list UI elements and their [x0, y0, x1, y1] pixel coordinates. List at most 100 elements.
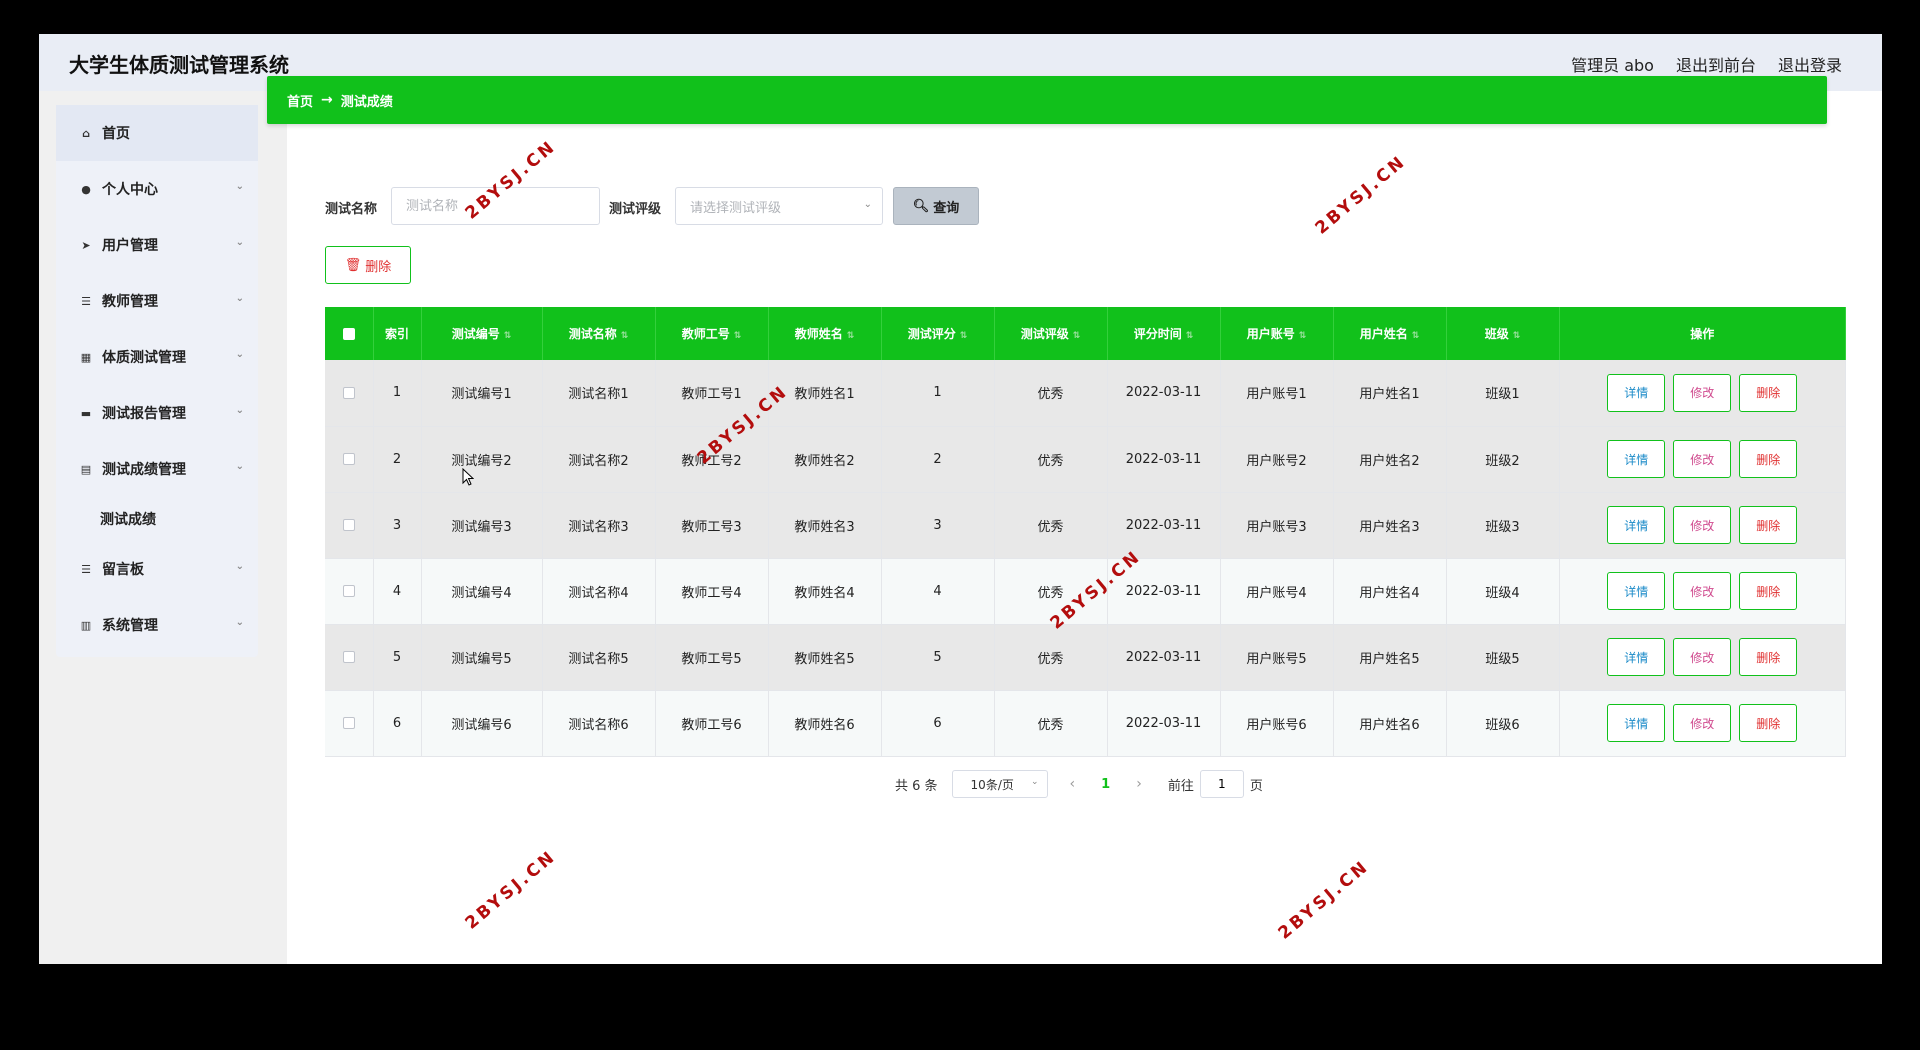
table-cell: 4: [373, 558, 422, 625]
table-cell: 教师姓名2: [768, 426, 882, 493]
delete-button[interactable]: 删除: [1739, 506, 1798, 544]
table-cell: 测试名称1: [542, 360, 656, 427]
chevron-down-icon: ⌄: [235, 237, 244, 248]
sidebar-item-fitness-test-management[interactable]: ▦ 体质测试管理 ⌄: [56, 329, 258, 385]
edit-button[interactable]: 修改: [1673, 440, 1732, 478]
admin-user-link[interactable]: 管理员 abo: [1571, 52, 1654, 76]
table-row: 2 测试编号2 测试名称2 教师工号2 教师姓名2 2 优秀 2022-03-11 用户账号2 用…: [325, 426, 1846, 493]
top-links: 管理员 abo 退出到前台 退出登录: [1571, 52, 1842, 76]
sort-icon[interactable]: ⇅: [734, 331, 742, 341]
sidebar-item-teacher-management[interactable]: ☰ 教师管理 ⌄: [56, 273, 258, 329]
table-cell: 教师姓名6: [768, 690, 882, 757]
table-row: 1 测试编号1 测试名称1 教师工号1 教师姓名1 1 优秀 2022-03-11 用户账号1 用…: [325, 360, 1846, 427]
edit-button[interactable]: 修改: [1673, 638, 1732, 676]
query-button[interactable]: 🔍︎ 查询: [893, 187, 979, 225]
chevron-down-icon: ⌄: [235, 405, 244, 416]
detail-button[interactable]: 详情: [1607, 373, 1666, 412]
delete-button[interactable]: 删除: [1739, 373, 1798, 412]
sort-icon[interactable]: ⇅: [847, 331, 855, 341]
page-size-select[interactable]: 10条/页 ⌄: [951, 770, 1048, 798]
column-label: 用户账号: [1246, 327, 1295, 341]
column-header-test-grade[interactable]: 测试评级 ⇅: [994, 307, 1108, 360]
logout-link[interactable]: 退出登录: [1778, 52, 1842, 76]
column-label: 测试名称: [568, 327, 617, 341]
delete-button[interactable]: 删除: [1739, 440, 1798, 478]
column-label: 测试编号: [451, 327, 500, 341]
breadcrumb-home[interactable]: 首页: [287, 91, 313, 110]
select-all-checkbox[interactable]: [342, 328, 355, 340]
detail-button[interactable]: 详情: [1607, 638, 1666, 676]
detail-button[interactable]: 详情: [1607, 506, 1666, 544]
sidebar-item-label: 用户管理: [102, 238, 158, 254]
table-cell: 2: [373, 426, 422, 493]
column-header-class[interactable]: 班级 ⇅: [1446, 307, 1560, 360]
sidebar-item-message-board[interactable]: ☰ 留言板 ⌄: [56, 541, 258, 597]
delete-button[interactable]: 删除: [1739, 572, 1798, 610]
document-icon: ▤: [80, 462, 92, 476]
monitor-icon: ▬: [80, 406, 92, 420]
column-header-test-score[interactable]: 测试评分 ⇅: [881, 307, 995, 360]
column-header-test-name[interactable]: 测试名称 ⇅: [542, 307, 656, 360]
bulk-delete-button[interactable]: 🗑︎ 删除: [325, 246, 411, 284]
row-checkbox[interactable]: [342, 453, 355, 465]
sidebar-item-personal-center[interactable]: ● 个人中心 ⌄: [56, 161, 258, 217]
column-header-teacher-id[interactable]: 教师工号 ⇅: [655, 307, 769, 360]
table-cell: 教师工号3: [655, 492, 769, 559]
edit-button[interactable]: 修改: [1673, 373, 1732, 412]
table-row: 3 测试编号3 测试名称3 教师工号3 教师姓名3 3 优秀 2022-03-11 用户账号3 用…: [325, 492, 1846, 559]
detail-button[interactable]: 详情: [1607, 572, 1666, 610]
table-cell: 用户账号2: [1220, 426, 1334, 493]
row-checkbox[interactable]: [342, 651, 355, 663]
prev-page-button[interactable]: ‹: [1070, 776, 1076, 792]
row-checkbox[interactable]: [342, 386, 355, 399]
goto-page-input[interactable]: [1199, 770, 1244, 798]
row-actions-cell: 详情 修改 删除: [1559, 558, 1846, 625]
sort-icon[interactable]: ⇅: [621, 331, 629, 341]
sort-icon[interactable]: ⇅: [960, 331, 968, 341]
page-number-current[interactable]: 1: [1101, 777, 1110, 792]
row-checkbox[interactable]: [342, 585, 355, 597]
pagination: 共 6 条 10条/页 ⌄ ‹ 1 › 前往 页: [895, 770, 1263, 798]
column-header-user-account[interactable]: 用户账号 ⇅: [1220, 307, 1334, 360]
column-label: 评分时间: [1133, 327, 1182, 341]
column-header-score-time[interactable]: 评分时间 ⇅: [1107, 307, 1221, 360]
test-grade-select[interactable]: 请选择测试评级 ⌄: [675, 187, 883, 225]
column-header-user-name[interactable]: 用户姓名 ⇅: [1333, 307, 1447, 360]
sidebar-item-test-score-management[interactable]: ▤ 测试成绩管理 ⌄: [56, 441, 258, 497]
edit-button[interactable]: 修改: [1673, 572, 1732, 610]
delete-button[interactable]: 删除: [1739, 704, 1798, 742]
table-cell: 测试编号6: [421, 690, 543, 757]
detail-button[interactable]: 详情: [1607, 440, 1666, 478]
table-cell: 优秀: [994, 360, 1108, 427]
table-cell: 用户姓名3: [1333, 492, 1447, 559]
edit-button[interactable]: 修改: [1673, 704, 1732, 742]
sort-icon[interactable]: ⇅: [1299, 331, 1307, 341]
edit-button[interactable]: 修改: [1673, 506, 1732, 544]
table-cell: 班级5: [1446, 624, 1560, 691]
sort-icon[interactable]: ⇅: [504, 331, 512, 341]
table-cell: 2022-03-11: [1107, 690, 1221, 757]
exit-to-frontend-link[interactable]: 退出到前台: [1676, 52, 1756, 76]
row-checkbox[interactable]: [342, 519, 355, 531]
next-page-button[interactable]: ›: [1136, 776, 1142, 792]
row-checkbox[interactable]: [342, 717, 355, 729]
table-cell: 5: [373, 624, 422, 691]
sidebar-item-test-report-management[interactable]: ▬ 测试报告管理 ⌄: [56, 385, 258, 441]
sort-icon[interactable]: ⇅: [1412, 331, 1420, 341]
goto-label: 前往: [1167, 778, 1194, 794]
delete-button[interactable]: 删除: [1739, 638, 1798, 676]
sort-icon[interactable]: ⇅: [1513, 331, 1521, 341]
column-header-teacher-name[interactable]: 教师姓名 ⇅: [768, 307, 882, 360]
sort-icon[interactable]: ⇅: [1073, 331, 1081, 341]
sidebar-item-user-management[interactable]: ➤ 用户管理 ⌄: [56, 217, 258, 273]
sort-icon[interactable]: ⇅: [1186, 331, 1194, 341]
sidebar-subitem-test-score[interactable]: 测试成绩: [56, 497, 258, 541]
sidebar-item-home[interactable]: ⌂ 首页: [56, 105, 258, 161]
column-header-test-id[interactable]: 测试编号 ⇅: [421, 307, 543, 360]
column-label: 教师工号: [681, 327, 730, 341]
table-cell: 用户姓名5: [1333, 624, 1447, 691]
test-score-table: 索引 测试编号 ⇅ 测试名称 ⇅ 教师工号 ⇅ 教师姓名 ⇅ 测试评分 ⇅ 测试评级 ⇅ 评…: [325, 307, 1846, 757]
detail-button[interactable]: 详情: [1607, 704, 1666, 742]
sidebar: ⌂ 首页 ● 个人中心 ⌄ ➤ 用户管理 ⌄ ☰ 教师管理 ⌄ ▦ 体质测试管理: [56, 105, 258, 657]
sidebar-item-system-management[interactable]: ▥ 系统管理 ⌄: [56, 597, 258, 653]
